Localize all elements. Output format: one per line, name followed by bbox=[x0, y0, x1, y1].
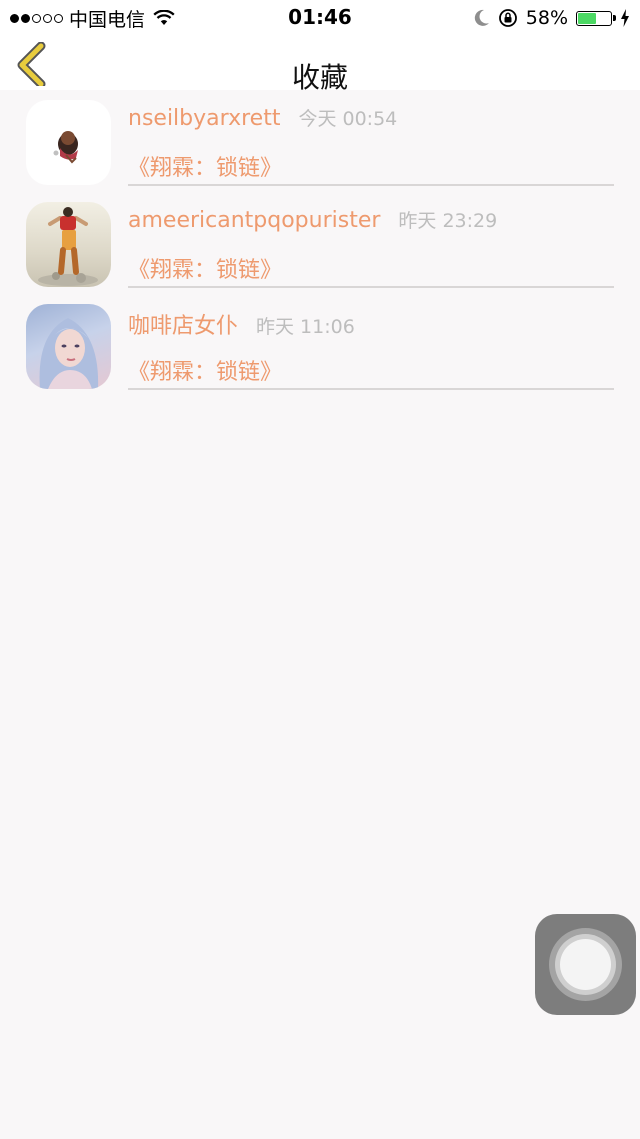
username[interactable]: 咖啡店女仆 bbox=[128, 308, 238, 340]
avatar-photo-image bbox=[38, 207, 98, 286]
username[interactable]: ameericantpqopurister bbox=[128, 208, 380, 233]
avatar[interactable] bbox=[26, 100, 111, 185]
list-item[interactable]: ameericantpqopurister 昨天 23:29 《翔霖：锁链》 bbox=[0, 192, 640, 294]
timestamp: 今天 00:54 bbox=[298, 108, 398, 130]
work-title[interactable]: 《翔霖：锁链》 bbox=[128, 150, 282, 182]
battery-icon bbox=[576, 10, 616, 26]
timestamp: 昨天 23:29 bbox=[398, 210, 498, 232]
status-right: 58% bbox=[474, 6, 630, 30]
rotation-lock-icon bbox=[498, 9, 517, 27]
charging-icon bbox=[621, 9, 629, 27]
avatar-photo-image bbox=[39, 318, 99, 389]
assistive-touch-core bbox=[560, 939, 611, 990]
battery-level bbox=[578, 12, 596, 24]
item-text: 咖啡店女仆 昨天 11:06 《翔霖：锁链》 bbox=[128, 294, 614, 390]
timestamp: 昨天 11:06 bbox=[256, 316, 355, 338]
username[interactable]: nseilbyarxrett bbox=[128, 106, 280, 131]
nav-bar: 收藏 bbox=[0, 36, 640, 94]
status-bar: 中国电信 01:46 58% bbox=[0, 0, 640, 36]
favorites-list: nseilbyarxrett 今天 00:54 《翔霖：锁链》 ameerica… bbox=[0, 90, 640, 396]
avatar-cartoon-image bbox=[53, 131, 78, 164]
avatar[interactable] bbox=[26, 304, 111, 389]
avatar[interactable] bbox=[26, 202, 111, 287]
list-item[interactable]: nseilbyarxrett 今天 00:54 《翔霖：锁链》 bbox=[0, 90, 640, 192]
assistive-touch-button[interactable] bbox=[535, 914, 636, 1015]
work-title[interactable]: 《翔霖：锁链》 bbox=[128, 252, 282, 284]
moon-icon bbox=[474, 9, 489, 26]
item-text: nseilbyarxrett 今天 00:54 《翔霖：锁链》 bbox=[128, 90, 614, 186]
battery-percent: 58% bbox=[525, 7, 568, 29]
item-text: ameericantpqopurister 昨天 23:29 《翔霖：锁链》 bbox=[128, 192, 614, 288]
work-title[interactable]: 《翔霖：锁链》 bbox=[128, 354, 282, 386]
list-item[interactable]: 咖啡店女仆 昨天 11:06 《翔霖：锁链》 bbox=[0, 294, 640, 396]
